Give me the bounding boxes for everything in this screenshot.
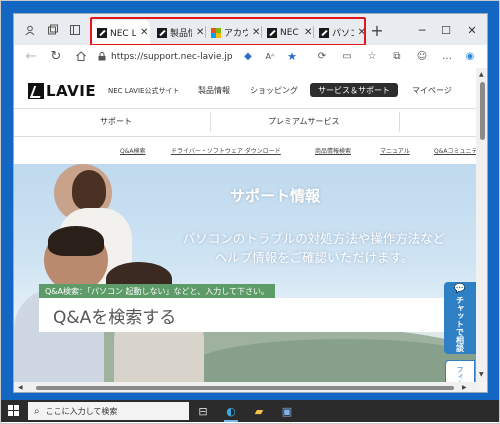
- scroll-thumb[interactable]: [36, 386, 454, 390]
- lavie-logo-icon: [28, 83, 44, 99]
- chat-icon: 💬: [454, 284, 466, 294]
- new-tab-button[interactable]: +: [367, 20, 387, 40]
- menu-products[interactable]: 製品情報: [198, 83, 230, 97]
- refresh-icon[interactable]: ↻: [47, 47, 65, 65]
- hero-description: パソコンのトラブルの対処方法や操作方法など ヘルプ情報をご確認いただけます。: [182, 231, 446, 265]
- search-icon: ⌕: [34, 405, 40, 417]
- lock-icon: [98, 52, 106, 61]
- edge-icon[interactable]: ◐: [223, 403, 239, 419]
- link-product-search[interactable]: 商品情報検索: [315, 146, 351, 155]
- scroll-thumb[interactable]: [480, 82, 485, 140]
- taskbar-search-input[interactable]: ⌕ ここに入力して検索: [28, 402, 189, 420]
- tab-highlight-box: [90, 17, 366, 46]
- divider: [210, 112, 211, 132]
- scroll-right-icon[interactable]: ▶: [462, 384, 467, 391]
- divider: [399, 112, 400, 132]
- collections-toolbar-icon[interactable]: ⧉: [389, 48, 405, 65]
- scroll-up-icon[interactable]: ▲: [479, 71, 484, 78]
- home-icon[interactable]: [72, 47, 90, 65]
- tag-icon[interactable]: ◆: [240, 48, 256, 65]
- maximize-button[interactable]: ☐: [434, 20, 458, 40]
- favorites-icon[interactable]: ☆: [364, 48, 380, 65]
- desktop: NEC LAVIE公式サイト ✕ 製品情報 ✕ アカウント ✕ NEC LAVI…: [1, 1, 499, 400]
- file-explorer-icon[interactable]: ▰: [251, 403, 267, 419]
- split-screen-icon[interactable]: ▭: [339, 48, 355, 65]
- site-logo[interactable]: LAVIE: [28, 82, 96, 100]
- scroll-left-icon[interactable]: ◀: [18, 384, 23, 391]
- divider: [14, 108, 476, 109]
- browser-window: NEC LAVIE公式サイト ✕ 製品情報 ✕ アカウント ✕ NEC LAVI…: [13, 13, 488, 393]
- back-arrow-icon[interactable]: ←: [22, 47, 40, 65]
- link-manual[interactable]: マニュアル: [380, 146, 410, 155]
- horizontal-scrollbar[interactable]: ◀ ▶: [14, 382, 476, 392]
- link-qa-community[interactable]: Q&Aコミュニティ: [434, 146, 476, 155]
- more-icon[interactable]: …: [439, 48, 455, 65]
- favorite-star-icon[interactable]: ★: [284, 48, 300, 65]
- divider: [14, 136, 476, 137]
- hero-banner: サポート情報 パソコンのトラブルの対処方法や操作方法など ヘルプ情報をご確認いた…: [14, 164, 476, 382]
- store-icon[interactable]: ▣: [279, 403, 295, 419]
- search-hint: Q&A検索：「パソコン 起動しない」などと、入力して下さい。: [39, 284, 275, 299]
- hero-title: サポート情報: [230, 187, 321, 205]
- site-subtitle: NEC LAVIE公式サイト: [108, 87, 180, 95]
- profile-sync-icon[interactable]: ☺: [414, 48, 430, 65]
- extensions-icon[interactable]: ⟳: [314, 48, 330, 65]
- vertical-tabs-icon[interactable]: [65, 20, 85, 40]
- menu-mypage[interactable]: マイページ: [412, 83, 452, 97]
- menu-shopping[interactable]: ショッピング: [250, 83, 298, 97]
- chat-consult-button[interactable]: 💬 チャットで相談: [444, 282, 476, 354]
- copilot-icon[interactable]: ◉: [462, 48, 478, 65]
- subnav-premium[interactable]: プレミアムサービス: [268, 116, 339, 127]
- feedback-button[interactable]: フィードバック ☺: [445, 360, 475, 382]
- read-aloud-icon[interactable]: Aᴬ: [262, 48, 278, 65]
- address-bar-row: ← ↻ https://support.nec-lavie.jp ◆ Aᴬ ★ …: [14, 45, 487, 68]
- windows-start-icon[interactable]: [8, 405, 19, 416]
- link-driver-download[interactable]: ドライバー・ソフトウェア ダウンロード: [171, 146, 281, 155]
- task-view-icon[interactable]: ⊟: [195, 403, 211, 419]
- tab-bar: NEC LAVIE公式サイト ✕ 製品情報 ✕ アカウント ✕ NEC LAVI…: [14, 14, 487, 46]
- link-qa-search[interactable]: Q&A検索: [120, 146, 146, 155]
- scroll-down-icon[interactable]: ▼: [479, 371, 484, 378]
- minimize-button[interactable]: ─: [410, 20, 434, 40]
- vertical-scrollbar[interactable]: ▲ ▼: [476, 68, 487, 382]
- subnav-support[interactable]: サポート: [100, 116, 132, 127]
- menu-service-support[interactable]: サービス＆サポート: [310, 83, 398, 97]
- qa-search-input[interactable]: Q&Aを検索する: [39, 298, 459, 332]
- collections-icon[interactable]: [43, 20, 63, 40]
- profile-icon[interactable]: [20, 20, 40, 40]
- web-page: LAVIE NEC LAVIE公式サイト 製品情報 ショッピング サービス＆サポ…: [14, 68, 476, 382]
- taskbar: ⌕ ここに入力して検索 ⊟ ◐ ▰ ▣: [1, 400, 499, 422]
- close-window-button[interactable]: ✕: [460, 20, 484, 40]
- active-app-indicator: [224, 420, 238, 422]
- hero-background: [194, 339, 476, 382]
